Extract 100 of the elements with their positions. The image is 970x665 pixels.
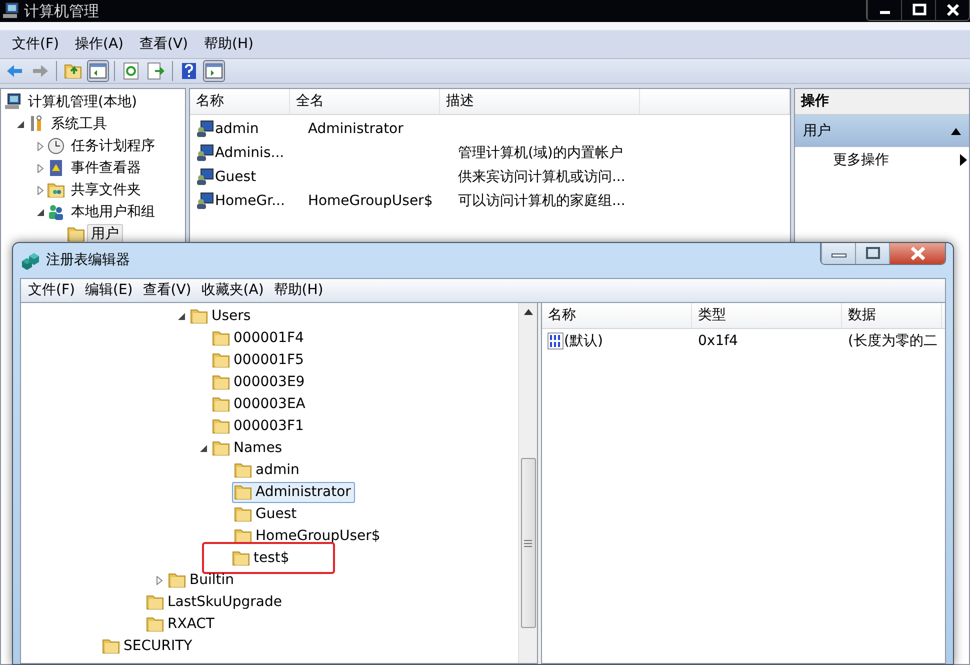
user-name[interactable]: HomeGr... <box>214 192 285 208</box>
computer-icon <box>4 93 22 111</box>
tree-item[interactable]: 000003EA <box>210 394 310 414</box>
event-log-icon <box>47 159 65 177</box>
folder-icon <box>234 505 252 523</box>
folder-icon <box>168 571 186 589</box>
collapse-triangle-icon[interactable] <box>16 120 24 128</box>
binary-value-icon <box>547 332 564 350</box>
folder-icon <box>212 395 230 413</box>
pane-toggle-icon[interactable] <box>89 62 107 80</box>
tree-item[interactable]: RXACT <box>144 614 218 634</box>
tree-item[interactable]: HomeGroupUser$ <box>232 526 384 546</box>
tree-item[interactable]: 系统工具 <box>47 114 111 134</box>
close-icon[interactable] <box>944 2 960 18</box>
expand-triangle-icon[interactable] <box>36 164 44 172</box>
computer-icon <box>2 2 20 20</box>
menu-item[interactable]: 收藏夹(A) <box>196 280 269 301</box>
folder-icon <box>212 351 230 369</box>
user-icon <box>196 120 214 138</box>
column-header[interactable]: 全名 <box>290 89 440 114</box>
folder-icon <box>234 461 252 479</box>
user-name[interactable]: Guest <box>214 168 256 184</box>
collapse-triangle-icon[interactable] <box>198 444 208 452</box>
column-header[interactable]: 名称 <box>542 303 692 328</box>
tree-item[interactable]: LastSkuUpgrade <box>144 592 286 612</box>
tree-item[interactable]: Names <box>210 438 286 458</box>
tree-item[interactable]: 共享文件夹 <box>67 180 145 200</box>
folder-icon <box>232 549 250 567</box>
tree-item[interactable]: 000001F5 <box>210 350 308 370</box>
window-title: 计算机管理 <box>24 0 99 22</box>
table-cell: 供来宾访问计算机或访问... <box>458 168 626 184</box>
column-header[interactable]: 类型 <box>692 303 842 328</box>
menu-item[interactable]: 查看(V) <box>138 280 196 301</box>
user-icon <box>196 168 214 186</box>
section-header[interactable]: 用户 <box>794 115 969 147</box>
tree-item[interactable]: 000001F4 <box>210 328 308 348</box>
menu-item[interactable]: 帮助(H) <box>198 34 260 54</box>
column-header[interactable]: 描述 <box>440 89 640 114</box>
folder-icon <box>146 593 164 611</box>
value-name[interactable]: (默认) <box>564 330 603 352</box>
collapse-triangle-icon[interactable] <box>951 127 961 135</box>
tree-item[interactable]: Builtin <box>166 570 238 590</box>
folder-icon <box>212 329 230 347</box>
tree-item[interactable]: Guest <box>232 504 301 524</box>
table-cell: 管理计算机(域)的内置帐户 <box>458 144 623 160</box>
tree-item[interactable]: test$ <box>230 548 294 568</box>
table-cell: Administrator <box>308 120 404 136</box>
scrollbar[interactable] <box>518 303 537 663</box>
tree-item[interactable]: 计算机管理(本地) <box>24 92 141 112</box>
export-list-icon[interactable] <box>147 62 165 80</box>
tree-item[interactable]: Administrator <box>232 482 355 502</box>
action-link[interactable]: 更多操作 <box>832 150 889 170</box>
folder-icon <box>212 439 230 457</box>
tree-item[interactable]: 事件查看器 <box>67 158 145 178</box>
folder-icon <box>212 373 230 391</box>
refresh-icon[interactable] <box>122 62 140 80</box>
maximize-icon[interactable] <box>910 2 926 18</box>
tree-item[interactable]: 000003F1 <box>210 416 308 436</box>
user-name[interactable]: Adminis... <box>214 144 284 160</box>
tree-item[interactable]: admin <box>232 460 304 480</box>
tree-item[interactable]: 用户 <box>87 224 123 244</box>
users-icon <box>47 203 65 221</box>
menu-item[interactable]: 编辑(E) <box>80 280 138 301</box>
pane-toggle-icon[interactable] <box>205 62 223 80</box>
expand-triangle-icon[interactable] <box>36 186 44 194</box>
folder-icon <box>102 637 120 655</box>
menu-item[interactable]: 查看(V) <box>134 34 194 54</box>
column-header[interactable]: 数据 <box>842 303 942 328</box>
folder-icon <box>212 417 230 435</box>
window-title: 注册表编辑器 <box>46 251 130 270</box>
table-cell: HomeGroupUser$ <box>308 192 433 208</box>
user-icon <box>196 192 214 210</box>
collapse-triangle-icon[interactable] <box>176 312 186 320</box>
column-header[interactable]: 名称 <box>190 89 290 114</box>
folder-icon <box>234 527 252 545</box>
folder-icon <box>67 225 85 243</box>
pane-title: 操作 <box>800 93 829 109</box>
tree-item[interactable]: 本地用户和组 <box>67 202 159 222</box>
back-arrow-icon[interactable] <box>6 62 24 80</box>
table-cell: (长度为零的二 <box>848 332 938 348</box>
expand-triangle-icon[interactable] <box>36 142 44 150</box>
user-icon <box>196 144 214 162</box>
folder-icon <box>234 483 252 501</box>
menu-item[interactable]: 文件(F) <box>23 280 80 301</box>
scroll-up-icon[interactable] <box>524 309 532 315</box>
tree-item[interactable]: 任务计划程序 <box>67 136 159 156</box>
tree-item[interactable]: Users <box>188 306 255 326</box>
user-name[interactable]: admin <box>214 120 259 136</box>
menu-item[interactable]: 帮助(H) <box>268 280 328 301</box>
tree-item[interactable]: 000003E9 <box>210 372 309 392</box>
section-title: 用户 <box>802 122 831 140</box>
help-icon[interactable] <box>180 62 198 80</box>
expand-triangle-icon[interactable] <box>154 576 164 584</box>
table-cell: 0x1f4 <box>698 332 738 348</box>
submenu-arrow-icon <box>960 154 967 166</box>
menu-item[interactable]: 操作(A) <box>68 34 130 54</box>
collapse-triangle-icon[interactable] <box>36 208 44 216</box>
folder-up-icon[interactable] <box>64 62 82 80</box>
tree-item[interactable]: SECURITY <box>100 636 196 656</box>
menu-item[interactable]: 文件(F) <box>6 34 65 54</box>
